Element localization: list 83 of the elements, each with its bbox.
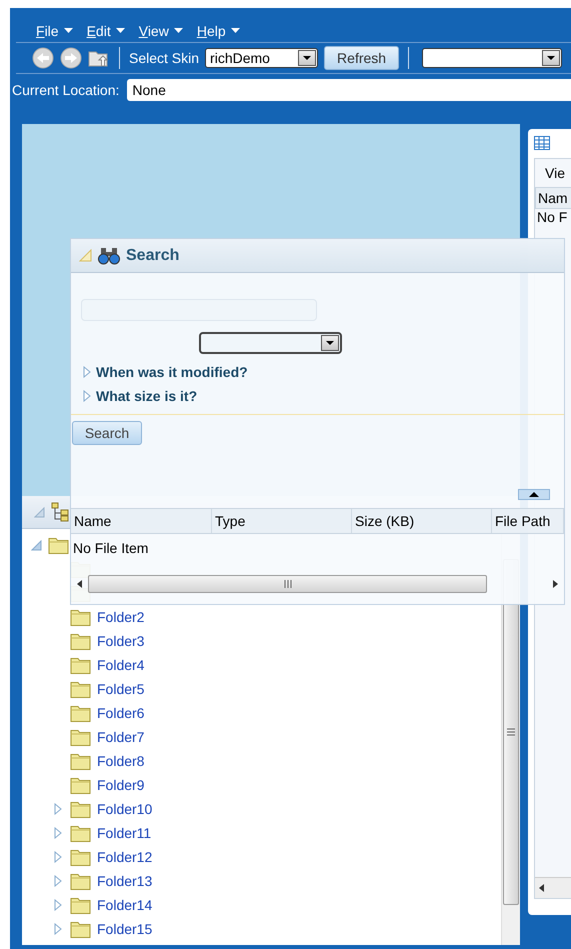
expand-icon[interactable]: [54, 827, 62, 839]
expand-icon[interactable]: [54, 923, 62, 935]
tree-item[interactable]: Folder3: [97, 633, 144, 649]
folder-icon: [70, 920, 91, 938]
back-icon[interactable]: [32, 47, 54, 69]
menu-item[interactable]: View: [138, 19, 183, 42]
scrollbar[interactable]: [535, 877, 571, 898]
scroll-left-icon[interactable]: [77, 580, 82, 588]
tree-item[interactable]: Folder6: [97, 705, 144, 721]
tree-icon: [51, 502, 71, 522]
dropdown-select[interactable]: [199, 332, 342, 354]
folder-icon: [70, 872, 91, 890]
column-header[interactable]: File Path: [492, 509, 564, 533]
folder-icon: [70, 896, 91, 914]
grip-icon: [284, 580, 292, 588]
location-field[interactable]: None: [127, 79, 571, 101]
panel-title: Search: [126, 246, 180, 264]
empty-message: No F: [536, 209, 568, 225]
tree-item[interactable]: Folder15: [97, 921, 152, 937]
scroll-up-button[interactable]: [518, 489, 550, 500]
expand-icon[interactable]: [54, 803, 62, 815]
folder-icon: [48, 536, 69, 554]
folder-icon: [70, 776, 91, 794]
dropdown-select[interactable]: [422, 48, 562, 68]
folder-icon: [70, 704, 91, 722]
folder-icon: [70, 632, 91, 650]
tree-item[interactable]: Folder9: [97, 777, 144, 793]
disclosure-link[interactable]: What size is it?: [96, 388, 198, 404]
up-arrow-icon: [529, 492, 539, 497]
forward-icon[interactable]: [60, 47, 82, 69]
collapse-icon[interactable]: [30, 540, 42, 550]
tree-item[interactable]: Folder10: [97, 801, 152, 817]
collapse-icon[interactable]: [79, 249, 92, 262]
caret-icon: [174, 28, 183, 33]
tree-item[interactable]: Folder5: [97, 681, 144, 697]
folder-icon: [70, 848, 91, 866]
scroll-left-icon[interactable]: [539, 884, 544, 892]
caret-icon: [230, 28, 240, 33]
collapse-icon[interactable]: [34, 506, 45, 518]
caret-icon: [547, 56, 556, 60]
column-header[interactable]: Size (KB): [352, 509, 492, 533]
tree-item[interactable]: Folder12: [97, 849, 152, 865]
tree-item[interactable]: Folder4: [97, 657, 144, 673]
disclosure-link[interactable]: When was it modified?: [96, 364, 248, 380]
expand-icon[interactable]: [83, 390, 91, 402]
refresh-button[interactable]: Refresh: [324, 46, 400, 70]
expand-icon[interactable]: [54, 899, 62, 911]
column-header[interactable]: Name: [71, 509, 212, 533]
expand-icon[interactable]: [54, 851, 62, 863]
menu-item[interactable]: Help: [196, 19, 240, 42]
tree-item[interactable]: Folder14: [97, 897, 152, 913]
folder-icon: [70, 800, 91, 818]
grip-icon: [507, 728, 515, 736]
folder-icon: [70, 728, 91, 746]
expand-icon[interactable]: [54, 875, 62, 887]
tree-item[interactable]: Folder7: [97, 729, 144, 745]
toolbar-text: Vie: [544, 164, 566, 183]
search-button[interactable]: Search: [72, 421, 142, 445]
folder-icon: [70, 752, 91, 770]
skin-select[interactable]: richDemo: [205, 48, 318, 68]
expand-icon[interactable]: [83, 366, 91, 378]
empty-message: No File Item: [72, 539, 150, 558]
tree-item[interactable]: Folder8: [97, 753, 144, 769]
caret-icon: [303, 56, 312, 60]
table-icon: [534, 136, 550, 150]
tree-item[interactable]: Folder2: [97, 609, 144, 625]
caret-icon: [116, 28, 125, 33]
tree-item[interactable]: Folder11: [97, 825, 152, 841]
folder-icon: [70, 680, 91, 698]
menu-item[interactable]: File: [36, 19, 73, 42]
tree-item[interactable]: Folder13: [97, 873, 152, 889]
caret-icon: [64, 28, 73, 33]
scroll-right-icon[interactable]: [553, 580, 558, 588]
column-header[interactable]: Type: [212, 509, 352, 533]
folder-icon: [70, 824, 91, 842]
column-header: Nam: [535, 187, 571, 209]
folder-icon: [70, 608, 91, 626]
binoculars-icon: [98, 246, 120, 264]
location-label: Current Location:: [12, 82, 120, 98]
skin-label: Select Skin: [129, 50, 200, 66]
folder-icon: [70, 656, 91, 674]
menu-item[interactable]: Edit: [86, 19, 125, 42]
caret-icon: [326, 341, 334, 345]
